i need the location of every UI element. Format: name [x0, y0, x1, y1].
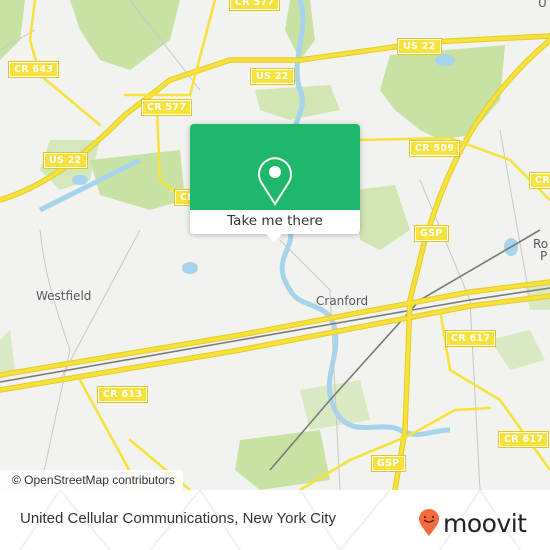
road-shield: CR 509 — [408, 140, 461, 157]
road-shield: CR 613 — [96, 386, 149, 403]
road-shield: CR 643 — [7, 61, 60, 78]
road-shield: CR 577 — [140, 99, 193, 116]
rail-lines — [0, 229, 550, 471]
map[interactable]: CR 577 CR 643 US 22 US 22 CR 577 US 22 C… — [0, 0, 550, 490]
take-me-there-button[interactable]: Take me there — [190, 210, 360, 234]
map-pin-icon — [258, 157, 292, 206]
popup-tail — [266, 234, 282, 242]
moovit-wordmark: moovit — [443, 508, 527, 538]
place-label: P — [540, 249, 548, 263]
road-shield: US 22 — [43, 152, 88, 169]
road-shield: CR 617 — [497, 431, 550, 448]
moovit-logo[interactable]: moovit — [418, 508, 527, 538]
location-popup[interactable]: Take me there — [190, 124, 360, 242]
place-label: Westfield — [36, 289, 92, 303]
road-shield: CR 577 — [228, 0, 281, 11]
road-shield: GSP — [371, 455, 406, 472]
location-title: United Cellular Communications, New York… — [20, 510, 336, 527]
road-shield: US 22 — [397, 38, 442, 55]
place-label: U — [538, 0, 547, 10]
road-shield: CR 617 — [444, 330, 497, 347]
moovit-pin-icon — [419, 509, 439, 536]
road-shield: US 22 — [250, 68, 295, 85]
popup-header — [190, 124, 360, 210]
road-shield: GSP — [414, 225, 449, 242]
osm-attribution[interactable]: © OpenStreetMap contributors — [0, 470, 183, 490]
place-label: Cranford — [316, 294, 369, 308]
road-shield: CR — [529, 172, 550, 189]
